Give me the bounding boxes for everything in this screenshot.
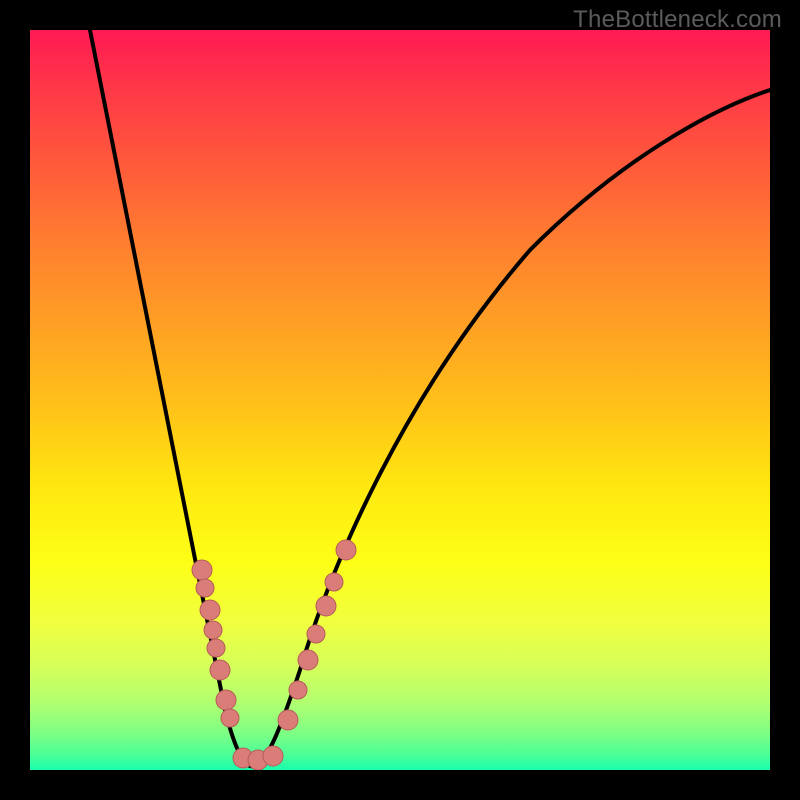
data-marker bbox=[196, 579, 214, 597]
data-marker bbox=[192, 560, 212, 580]
chart-frame: TheBottleneck.com bbox=[0, 0, 800, 800]
data-marker bbox=[289, 681, 307, 699]
data-marker bbox=[336, 540, 356, 560]
data-marker bbox=[200, 600, 220, 620]
data-marker bbox=[221, 709, 239, 727]
data-marker bbox=[204, 621, 222, 639]
data-marker bbox=[316, 596, 336, 616]
plot-area bbox=[30, 30, 770, 770]
data-marker bbox=[207, 639, 225, 657]
data-marker bbox=[210, 660, 230, 680]
data-marker bbox=[298, 650, 318, 670]
curve-svg bbox=[30, 30, 770, 770]
data-marker bbox=[263, 746, 283, 766]
data-marker bbox=[307, 625, 325, 643]
data-marker bbox=[216, 690, 236, 710]
data-marker bbox=[325, 573, 343, 591]
data-marker bbox=[278, 710, 298, 730]
bottleneck-curve bbox=[90, 30, 770, 767]
